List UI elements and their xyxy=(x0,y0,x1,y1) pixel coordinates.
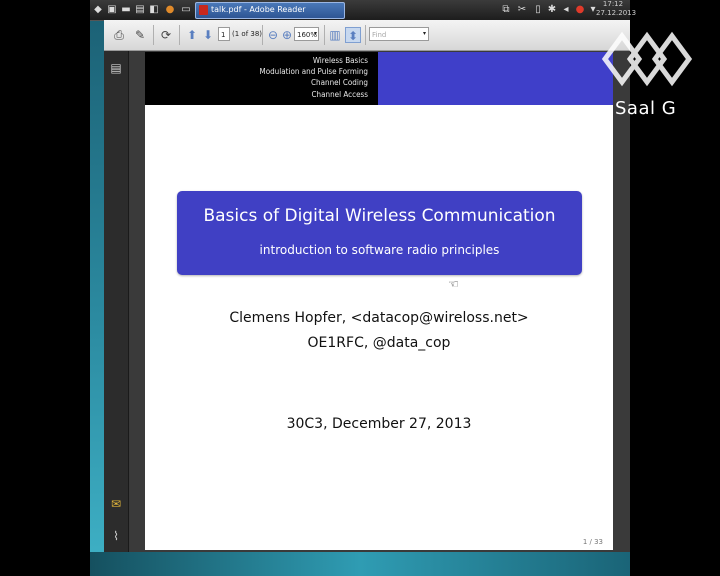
slide-title-box: Basics of Digital Wireless Communication… xyxy=(177,191,582,275)
volume-icon[interactable]: ◂ xyxy=(560,3,572,16)
author-line: Clemens Hopfer, <datacop@wireloss.net> xyxy=(229,310,529,326)
find-input[interactable]: Find xyxy=(369,27,429,41)
slide-nav-item[interactable]: Channel Coding xyxy=(311,78,368,87)
edit-icon[interactable]: ✎ xyxy=(132,27,148,43)
handle-line: OE1RFC, @data_cop xyxy=(307,335,451,351)
desktop-bottom-strip xyxy=(90,552,630,576)
update-icon[interactable]: ● xyxy=(574,3,586,16)
next-page-icon[interactable]: ⬇ xyxy=(200,27,216,43)
save-icon[interactable]: ⟳ xyxy=(158,27,174,43)
taskbar: ◆ ▣ ▬ ▤ ◧ ● ▭ talk.pdf - Adobe Reader ⧉ … xyxy=(90,0,630,21)
comments-icon[interactable]: ✉ xyxy=(109,497,123,511)
navigation-pane: ▤ ✉ ⌇ xyxy=(104,51,129,552)
slide-nav-item[interactable]: Modulation and Pulse Forming xyxy=(260,67,369,76)
pages-icon[interactable]: ▤ xyxy=(109,61,123,75)
event-line: 30C3, December 27, 2013 xyxy=(286,416,472,432)
page-count-label: (1 of 38) xyxy=(232,30,263,38)
toolbar: ⎙ ✎ ⟳ ⬆ ⬇ 1 (1 of 38) ⊖ ⊕ 160% ▾ ▥ ⬍ Fin… xyxy=(104,20,630,51)
tools-icon[interactable]: ✂ xyxy=(516,3,528,16)
toolbar-separator xyxy=(324,25,325,45)
toolbar-separator xyxy=(365,25,366,45)
clock-time: 17:12 xyxy=(602,0,624,8)
taskbar-window-label: talk.pdf - Adobe Reader xyxy=(211,5,306,14)
prev-page-icon[interactable]: ⬆ xyxy=(184,27,200,43)
find-dropdown-icon[interactable]: ▾ xyxy=(423,27,426,41)
print-icon[interactable]: ⎙ xyxy=(111,27,127,43)
window-icon[interactable]: ▬ xyxy=(120,3,132,16)
attachments-icon[interactable]: ⌇ xyxy=(109,529,123,543)
file-icon[interactable]: ▭ xyxy=(180,3,192,16)
app-icon[interactable]: ◧ xyxy=(148,3,160,16)
slide-subtitle: introduction to software radio principle… xyxy=(259,243,500,257)
network-icon[interactable]: ⧉ xyxy=(500,3,512,16)
slide-header-accent xyxy=(378,52,613,105)
browser-icon[interactable]: ● xyxy=(164,3,176,16)
taskbar-window-button[interactable]: talk.pdf - Adobe Reader xyxy=(195,2,345,19)
fit-page-icon[interactable]: ⬍ xyxy=(345,27,361,43)
clock-date: 27.12.2013 xyxy=(596,9,637,17)
page-number-input[interactable]: 1 xyxy=(218,27,230,41)
room-caption: Saal G xyxy=(615,98,677,119)
slide-title: Basics of Digital Wireless Communication xyxy=(203,206,556,226)
toolbar-separator xyxy=(262,25,263,45)
terminal-icon[interactable]: ▣ xyxy=(106,3,118,16)
pdf-icon xyxy=(199,5,208,15)
toolbar-separator xyxy=(153,25,154,45)
conference-logo xyxy=(601,31,693,87)
folder-icon[interactable]: ▤ xyxy=(134,3,146,16)
zoom-dropdown-icon[interactable]: ▾ xyxy=(314,27,317,41)
zoom-in-icon[interactable]: ⊕ xyxy=(279,27,295,43)
scroll-mode-icon[interactable]: ▥ xyxy=(327,27,343,43)
slide-nav-item[interactable]: Channel Access xyxy=(312,90,368,99)
start-icon[interactable]: ◆ xyxy=(92,3,104,16)
battery-icon[interactable]: ▯ xyxy=(532,3,544,16)
slide-page-number: 1 / 33 xyxy=(582,538,603,546)
bluetooth-icon[interactable]: ✱ xyxy=(546,3,558,16)
pdf-page: Wireless Basics Modulation and Pulse For… xyxy=(145,52,613,550)
toolbar-separator xyxy=(179,25,180,45)
slide-nav-item[interactable]: Wireless Basics xyxy=(313,56,368,65)
hand-cursor-icon: ☜ xyxy=(448,277,459,291)
